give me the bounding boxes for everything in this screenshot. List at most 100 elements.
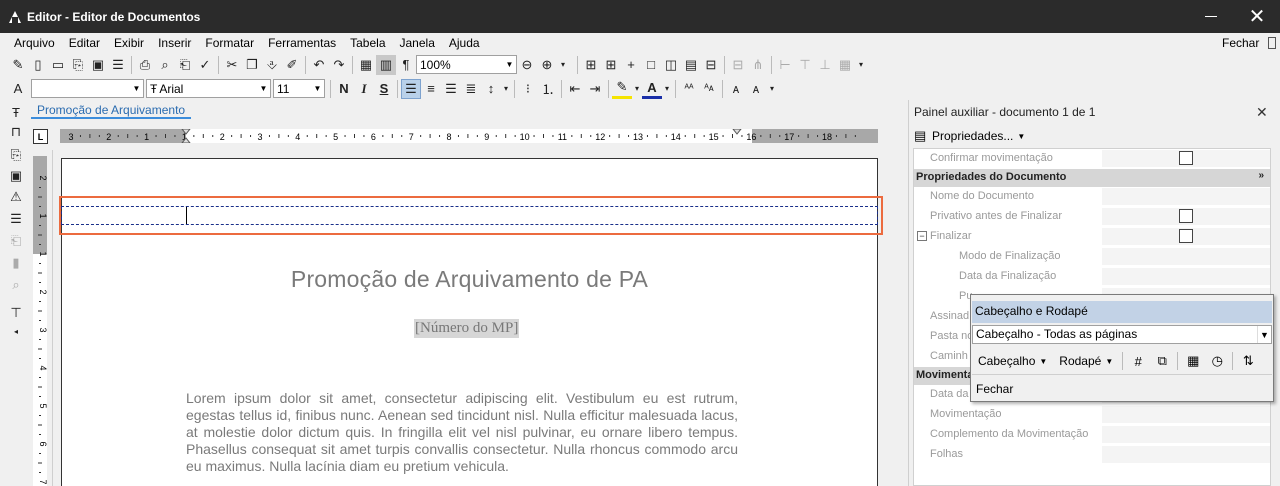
menu-arquivo[interactable]: Arquivo <box>14 36 55 50</box>
collapse-icon[interactable]: » <box>1258 170 1264 181</box>
toolbar-overflow-icon[interactable]: ▾ <box>855 55 867 75</box>
clear-format-icon[interactable]: ᴀ <box>726 79 746 99</box>
property-row[interactable]: Data da Finalização <box>914 267 1270 287</box>
vertical-ruler[interactable]: 2 1 1 2 3 4 5 6 7 <box>33 156 47 486</box>
document-list-icon[interactable]: ☰ <box>108 55 128 75</box>
template-icon[interactable]: ⎘ <box>7 146 25 164</box>
switch-header-footer-icon[interactable]: ⇅ <box>1236 351 1260 371</box>
save-icon[interactable]: ✎ <box>8 55 28 75</box>
tab-promocao-arquivamento[interactable]: Promoção de Arquivamento <box>31 101 192 119</box>
bold-button[interactable]: N <box>334 79 354 99</box>
zoom-in-icon[interactable]: ⊕ <box>537 55 557 75</box>
align-justify-icon[interactable]: ≣ <box>461 79 481 99</box>
uppercase-icon[interactable]: ᴬᴬ <box>679 79 699 99</box>
menu-tabela[interactable]: Tabela <box>350 36 385 50</box>
document-title[interactable]: Promoção de Arquivamento de PA <box>61 266 878 293</box>
property-checkbox[interactable] <box>1179 229 1193 243</box>
property-value[interactable] <box>1102 426 1270 444</box>
header-edit-area[interactable] <box>61 206 878 225</box>
new-document-icon[interactable]: ▯ <box>28 55 48 75</box>
align-right-icon[interactable]: ☰ <box>441 79 461 99</box>
close-document-link[interactable]: Fechar <box>1222 36 1259 50</box>
align-left-icon[interactable]: ☰ <box>401 78 421 99</box>
row-insert-icon[interactable]: ⊟ <box>701 55 721 75</box>
table-icon[interactable]: ▦ <box>356 55 376 75</box>
cut-icon[interactable]: ✂ <box>222 55 242 75</box>
restore-icon[interactable] <box>1268 37 1276 49</box>
disk-save-icon[interactable]: ▣ <box>88 55 108 75</box>
chevron-down-icon[interactable]: ▾ <box>632 79 642 99</box>
menu-ajuda[interactable]: Ajuda <box>449 36 480 50</box>
document-icon[interactable]: ▣ <box>7 167 25 185</box>
font-color-icon[interactable]: A <box>642 79 662 99</box>
menu-editar[interactable]: Editar <box>69 36 100 50</box>
insert-time-icon[interactable]: ◷ <box>1205 351 1229 371</box>
page-number-icon[interactable]: # <box>1126 351 1150 371</box>
property-value[interactable] <box>1102 268 1270 286</box>
cell-box-icon[interactable]: □ <box>641 55 661 75</box>
grid-toggle-icon[interactable]: ▦ <box>835 55 855 75</box>
properties-dropdown[interactable]: ▤ Propriedades... ▼ <box>914 125 1025 147</box>
insert-date-icon[interactable]: ▦ <box>1181 351 1205 371</box>
tree-icon[interactable]: ⋔ <box>748 55 768 75</box>
cell-split-icon[interactable]: ◫ <box>661 55 681 75</box>
section-header[interactable]: Propriedades do Documento » <box>914 169 1270 187</box>
cell-merge-icon[interactable]: ▤ <box>681 55 701 75</box>
merge-cells-icon[interactable]: ⊟ <box>728 55 748 75</box>
minimize-button[interactable] <box>1188 0 1234 33</box>
close-button[interactable]: ✕ <box>1234 0 1280 33</box>
chevron-down-icon[interactable]: ▾ <box>501 79 511 99</box>
redo-icon[interactable]: ↷ <box>329 55 349 75</box>
bullet-list-icon[interactable]: ⁝ <box>518 79 538 99</box>
property-value[interactable] <box>1102 248 1270 266</box>
indent-icon[interactable]: ⇥ <box>585 79 605 99</box>
insert-field-icon[interactable]: ⊓ <box>7 123 25 141</box>
menu-exibir[interactable]: Exibir <box>114 36 144 50</box>
document-body-text[interactable]: Lorem ipsum dolor sit amet, consectetur … <box>186 390 738 475</box>
property-row[interactable]: Folhas <box>914 445 1270 465</box>
show-marks-icon[interactable]: ¶ <box>396 55 416 75</box>
header-scope-select[interactable]: Cabeçalho - Todas as páginas ▼ <box>972 325 1272 344</box>
cell-add-icon[interactable]: + <box>621 55 641 75</box>
undo-icon[interactable]: ↶ <box>309 55 329 75</box>
property-row[interactable]: Nome do Documento <box>914 187 1270 207</box>
copy-icon[interactable]: ❐ <box>242 55 262 75</box>
menu-janela[interactable]: Janela <box>400 36 435 50</box>
document-subtitle-field[interactable]: [Número do MP] <box>414 319 520 338</box>
chevron-down-icon[interactable]: ▾ <box>662 79 672 99</box>
print-preview-icon[interactable]: ⌕ <box>155 55 175 75</box>
property-row[interactable]: Complemento da Movimentação <box>914 425 1270 445</box>
toolbar-overflow-icon[interactable]: ▾ <box>557 55 569 75</box>
header-button[interactable]: Cabeçalho ▼ <box>972 354 1053 368</box>
close-header-footer-button[interactable]: Fechar <box>976 382 1013 396</box>
export-icon[interactable]: ⎗ <box>175 55 195 75</box>
text-tool-icon[interactable]: Ŧ <box>7 103 25 121</box>
font-size-select[interactable]: 11 ▼ <box>273 79 325 98</box>
toolbar-overflow-icon[interactable]: ◂ <box>7 322 25 340</box>
format-painter-icon[interactable]: ✐ <box>282 55 302 75</box>
strike-button[interactable]: S <box>374 79 394 99</box>
property-row[interactable]: − Finalizar <box>914 227 1270 247</box>
property-value[interactable] <box>1102 446 1270 464</box>
property-row[interactable]: Movimentação <box>914 405 1270 425</box>
table-insert-icon[interactable]: ⊞ <box>601 55 621 75</box>
property-row[interactable]: Modo de Finalização <box>914 247 1270 267</box>
paint-icon[interactable]: ⊤ <box>7 304 25 322</box>
expander-icon[interactable]: − <box>917 231 927 241</box>
italic-button[interactable]: I <box>354 79 374 99</box>
align-center-icon[interactable]: ≡ <box>421 79 441 99</box>
lowercase-icon[interactable]: ᴬᴀ <box>699 79 719 99</box>
horizontal-ruler[interactable]: 3 2 1 1 2 3 4 5 6 7 8 9 10 11 12 13 14 15 16 17 18 <box>60 129 878 143</box>
open-template-icon[interactable]: ⎘ <box>68 55 88 75</box>
property-value[interactable] <box>1102 406 1270 424</box>
sort-icon[interactable]: ⊥ <box>815 55 835 75</box>
footer-button[interactable]: Rodapé ▼ <box>1053 354 1119 368</box>
table-grid-icon[interactable]: ⊞ <box>581 55 601 75</box>
tab-stop-selector[interactable]: L <box>33 129 48 144</box>
toolbar-overflow-icon[interactable]: ▾ <box>766 79 778 99</box>
property-checkbox[interactable] <box>1179 151 1193 165</box>
outline-icon[interactable]: ⊢ <box>775 55 795 75</box>
zoom-select[interactable]: 100% ▼ <box>416 55 517 74</box>
zoom-out-icon[interactable]: ⊖ <box>517 55 537 75</box>
panel-close-button[interactable]: ✕ <box>1256 104 1268 121</box>
